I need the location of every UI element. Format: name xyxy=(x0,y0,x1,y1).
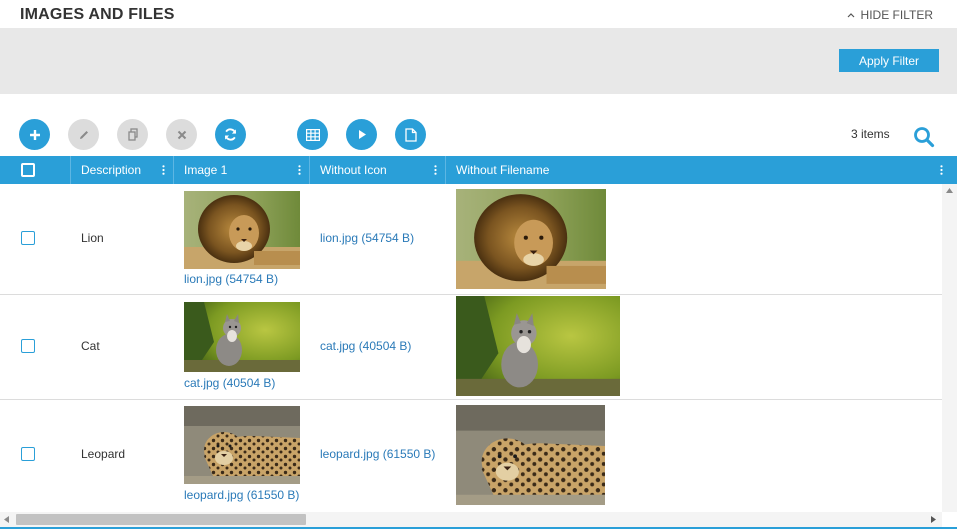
grid-header: Description Image 1 Without Icon Without… xyxy=(0,156,957,184)
row-checkbox[interactable] xyxy=(21,231,35,245)
row-description: Leopard xyxy=(81,447,126,461)
column-menu-icon[interactable] xyxy=(298,165,301,175)
row-description: Cat xyxy=(81,339,100,353)
row-checkbox[interactable] xyxy=(21,447,35,461)
file-link-without-icon[interactable]: cat.jpg (40504 B) xyxy=(320,339,411,353)
table-icon xyxy=(305,128,320,141)
table-row[interactable]: Leopard leopard.jpg (61550 B) leopard.jp… xyxy=(0,400,942,512)
play-button[interactable] xyxy=(346,119,377,150)
search-button[interactable] xyxy=(912,125,936,149)
document-button[interactable] xyxy=(395,119,426,150)
page-title: IMAGES AND FILES xyxy=(20,6,175,23)
column-label: Without Icon xyxy=(320,163,387,177)
edit-button[interactable] xyxy=(68,119,99,150)
apply-filter-button[interactable]: Apply Filter xyxy=(839,49,939,72)
column-label: Without Filename xyxy=(456,163,550,177)
row-description: Lion xyxy=(81,231,104,245)
delete-button[interactable] xyxy=(166,119,197,150)
horizontal-scroll-thumb[interactable] xyxy=(16,514,306,525)
column-label: Description xyxy=(81,163,142,177)
leopard-thumbnail[interactable] xyxy=(184,406,300,484)
image-file-link[interactable]: leopard.jpg (61550 B) xyxy=(184,488,299,502)
copy-icon xyxy=(127,128,138,141)
column-header-without-icon[interactable]: Without Icon xyxy=(310,156,446,184)
close-icon xyxy=(177,130,186,139)
search-icon xyxy=(914,127,935,148)
leopard-image[interactable] xyxy=(456,405,605,505)
column-menu-icon[interactable] xyxy=(162,165,165,175)
horizontal-scrollbar[interactable] xyxy=(0,512,942,527)
refresh-button[interactable] xyxy=(215,119,246,150)
filter-panel: Apply Filter xyxy=(0,28,957,94)
file-link-without-icon[interactable]: leopard.jpg (61550 B) xyxy=(320,447,435,461)
bottom-accent-line xyxy=(0,527,957,529)
items-count: 3 items xyxy=(851,127,890,141)
scroll-right-icon[interactable] xyxy=(931,516,936,523)
column-menu-icon[interactable] xyxy=(940,165,943,175)
play-icon xyxy=(358,130,366,139)
select-all-checkbox[interactable] xyxy=(21,163,35,177)
cat-image[interactable] xyxy=(456,296,620,396)
lion-thumbnail[interactable] xyxy=(184,191,300,269)
lion-image[interactable] xyxy=(456,189,606,289)
copy-button[interactable] xyxy=(117,119,148,150)
vertical-scrollbar[interactable] xyxy=(942,184,957,512)
column-menu-icon[interactable] xyxy=(434,165,437,175)
grid-view-button[interactable] xyxy=(297,119,328,150)
select-all-cell xyxy=(0,156,71,184)
row-checkbox[interactable] xyxy=(21,339,35,353)
chevron-up-icon xyxy=(847,12,855,18)
hide-filter-label: HIDE FILTER xyxy=(860,8,933,22)
scroll-up-icon[interactable] xyxy=(946,188,953,193)
table-row[interactable]: Cat cat.jpg (40504 B) cat.jpg (40504 B) xyxy=(0,295,942,400)
file-link-without-icon[interactable]: lion.jpg (54754 B) xyxy=(320,231,414,245)
refresh-icon xyxy=(224,128,237,141)
column-label: Image 1 xyxy=(184,163,228,177)
column-header-without-filename[interactable]: Without Filename xyxy=(446,156,957,184)
grid-body: Lion lion.jpg (54754 B) lion.jpg (54754 … xyxy=(0,184,942,512)
column-header-image-1[interactable]: Image 1 xyxy=(174,156,310,184)
pencil-icon xyxy=(79,130,88,139)
add-button[interactable] xyxy=(19,119,50,150)
column-header-description[interactable]: Description xyxy=(71,156,174,184)
page-header: IMAGES AND FILES HIDE FILTER xyxy=(0,0,957,28)
cat-thumbnail[interactable] xyxy=(184,302,300,372)
image-file-link[interactable]: cat.jpg (40504 B) xyxy=(184,376,275,390)
image-file-link[interactable]: lion.jpg (54754 B) xyxy=(184,272,278,286)
scroll-left-icon[interactable] xyxy=(4,516,9,523)
plus-icon xyxy=(29,129,40,140)
table-row[interactable]: Lion lion.jpg (54754 B) lion.jpg (54754 … xyxy=(0,184,942,295)
hide-filter-toggle[interactable]: HIDE FILTER xyxy=(847,8,933,22)
document-icon xyxy=(404,127,417,142)
